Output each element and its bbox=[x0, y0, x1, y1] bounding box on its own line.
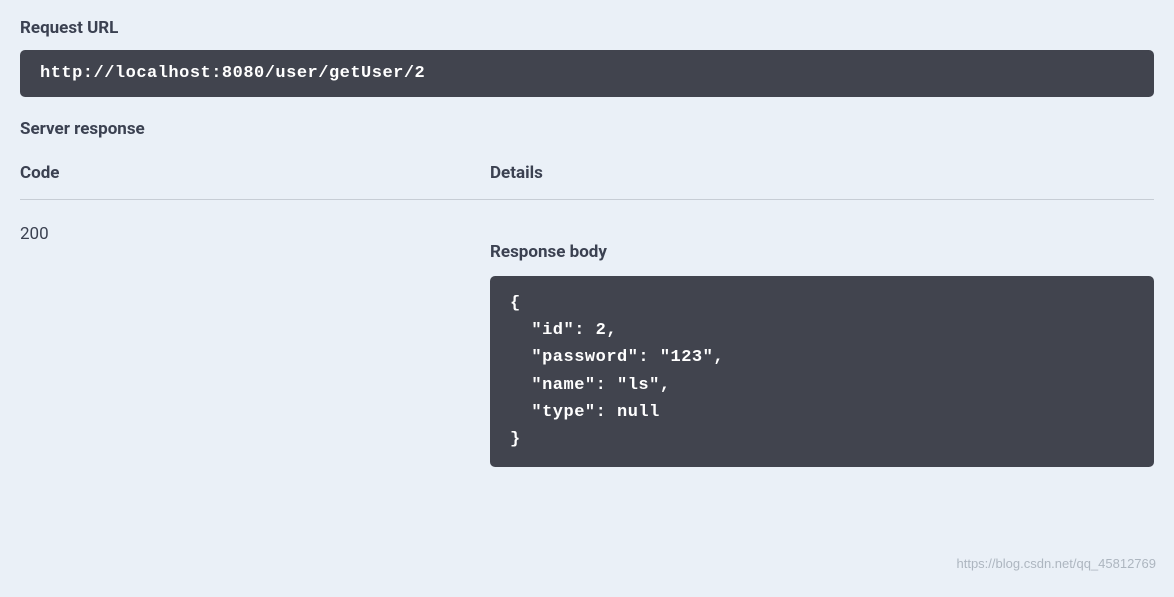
server-response-label: Server response bbox=[20, 119, 1154, 139]
request-url-box[interactable]: http://localhost:8080/user/getUser/2 bbox=[20, 50, 1154, 97]
code-column-header: Code bbox=[20, 163, 490, 183]
watermark-text: https://blog.csdn.net/qq_45812769 bbox=[957, 556, 1157, 571]
details-column-header: Details bbox=[490, 163, 1154, 183]
response-body-box[interactable]: { "id": 2, "password": "123", "name": "l… bbox=[490, 276, 1154, 467]
response-headers-row: Code Details bbox=[20, 163, 1154, 200]
response-body-label: Response body bbox=[490, 242, 1154, 262]
response-content-row: 200 Response body { "id": 2, "password":… bbox=[20, 224, 1154, 467]
status-code-value: 200 bbox=[20, 224, 490, 244]
request-url-label: Request URL bbox=[20, 18, 1154, 38]
